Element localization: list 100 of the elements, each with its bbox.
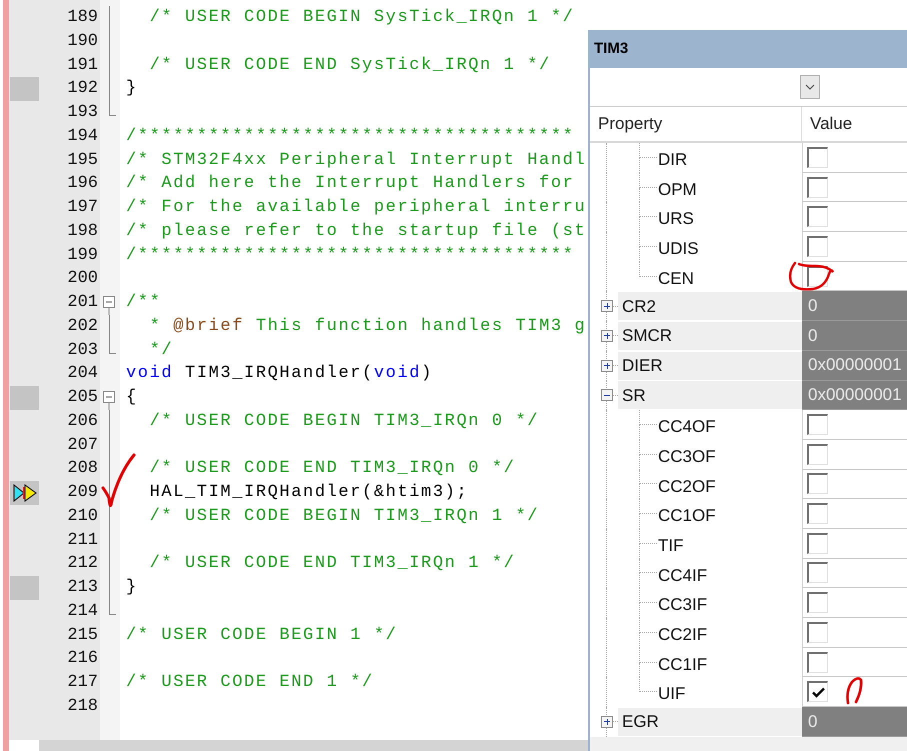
bit-name: CC2OF — [658, 476, 716, 498]
checkbox[interactable] — [807, 592, 828, 614]
register-name: SR — [618, 381, 802, 410]
checkbox[interactable] — [807, 532, 828, 554]
code-line: /************************************* — [125, 126, 574, 148]
tree-branch-line — [639, 677, 657, 692]
line-number: 199 — [67, 244, 99, 266]
bit-name: CC4IF — [658, 564, 708, 587]
expand-icon[interactable] — [601, 300, 613, 312]
collapse-icon[interactable] — [601, 389, 613, 402]
register-value: 0 — [802, 291, 907, 322]
code-line: /* USER CODE BEGIN SysTick_IRQn 1 */ — [148, 7, 574, 29]
expand-icon[interactable] — [601, 360, 613, 372]
bit-name: OPM — [658, 178, 697, 201]
expand-icon[interactable] — [601, 716, 613, 728]
checkbox[interactable] — [807, 681, 828, 702]
register-name: DIER — [618, 352, 802, 380]
fold-end-line — [109, 338, 116, 354]
chevron-down-icon — [805, 84, 815, 90]
register-name: CR2 — [618, 292, 802, 320]
panel-title: TIM3 — [590, 30, 907, 68]
checkbox[interactable] — [807, 444, 828, 465]
horizontal-scrollbar[interactable] — [39, 740, 589, 751]
bit-name: CEN — [658, 268, 694, 290]
checkbox[interactable] — [807, 206, 828, 228]
tree-branch-line — [639, 410, 657, 426]
line-number: 218 — [67, 696, 99, 718]
code-line: /* USER CODE BEGIN TIM3_IRQn 0 */ — [148, 410, 540, 433]
line-number: 196 — [67, 173, 99, 196]
bit-name: CC4OF — [658, 416, 716, 438]
code-line: HAL_TIM_IRQHandler(&htim3); — [148, 482, 468, 504]
fold-end-line — [109, 101, 116, 116]
code-line: /* USER CODE BEGIN 1 */ — [125, 624, 398, 646]
checkbox[interactable] — [807, 236, 828, 257]
bit-name: CC1OF — [658, 505, 716, 528]
bit-name: CC1IF — [658, 654, 708, 676]
expand-icon[interactable] — [601, 330, 613, 342]
bit-name: UIF — [658, 683, 686, 706]
line-number: 192 — [67, 78, 99, 100]
tree-branch-line — [639, 262, 657, 277]
fold-line — [109, 314, 110, 338]
code-line: */ — [148, 340, 174, 362]
line-number: 214 — [67, 600, 99, 623]
code-line: } — [125, 577, 138, 599]
code-line: void TIM3_IRQHandler(void) — [125, 363, 433, 386]
tree-branch-line — [639, 232, 657, 247]
code-line: * @brief This function handles TIM3 g — [148, 316, 586, 338]
tree-branch-line — [639, 143, 657, 158]
tree-branch-line — [639, 440, 657, 455]
line-number: 205 — [67, 387, 99, 409]
tree-branch-line — [639, 558, 657, 574]
dropdown-button[interactable] — [800, 75, 820, 99]
checkbox[interactable] — [807, 652, 828, 673]
code-line: /************************************* — [125, 244, 574, 266]
line-number: 202 — [67, 316, 99, 338]
line-number: 212 — [67, 553, 99, 576]
line-number: 194 — [67, 126, 99, 148]
code-line: } — [125, 78, 138, 100]
tree-branch-line — [639, 470, 657, 484]
code-line: /* USER CODE END TIM3_IRQn 1 */ — [148, 553, 516, 576]
register-value: 0 — [802, 321, 907, 351]
line-number: 207 — [67, 434, 99, 456]
code-line: /* For the available peripheral interru — [125, 197, 586, 219]
checkbox[interactable] — [807, 414, 828, 436]
line-number: 195 — [67, 150, 99, 172]
bit-name: CC3IF — [658, 594, 708, 616]
register-value: 0x00000001 — [802, 350, 907, 380]
code-line: /* USER CODE END TIM3_IRQn 0 */ — [148, 458, 516, 480]
checkbox[interactable] — [807, 176, 828, 198]
register-name: SMCR — [618, 322, 802, 350]
bit-name: URS — [658, 208, 694, 230]
column-header[interactable]: Value — [802, 107, 907, 141]
checkbox[interactable] — [807, 473, 828, 494]
tree-branch-line — [639, 528, 657, 544]
checkbox[interactable] — [807, 562, 828, 584]
checkbox[interactable] — [807, 622, 828, 643]
code-line: /* STM32F4xx Peripheral Interrupt Handl — [125, 150, 586, 172]
code-line: /** — [125, 292, 162, 314]
line-number: 210 — [67, 506, 99, 528]
check-icon — [812, 686, 824, 698]
checkbox[interactable] — [807, 146, 828, 168]
line-number: 215 — [67, 624, 99, 646]
line-number: 211 — [67, 530, 99, 552]
checkbox[interactable] — [807, 503, 828, 524]
line-number: 198 — [67, 220, 99, 243]
bit-name: TIF — [658, 534, 684, 557]
tree-branch-line — [639, 202, 657, 218]
line-number: 203 — [67, 340, 99, 362]
line-number: 191 — [67, 54, 99, 76]
line-number: 197 — [67, 197, 99, 219]
bit-name: DIR — [658, 149, 688, 171]
line-number: 217 — [67, 672, 99, 694]
code-line: /* USER CODE BEGIN TIM3_IRQn 1 */ — [148, 506, 540, 528]
line-number: 193 — [67, 102, 99, 124]
line-number: 190 — [67, 30, 99, 53]
column-header[interactable]: Property — [590, 107, 802, 141]
code-line: { — [125, 387, 138, 409]
line-number: 201 — [67, 292, 99, 314]
code-line: /* please refer to the startup file (st — [125, 220, 586, 243]
line-number: 216 — [67, 648, 99, 670]
